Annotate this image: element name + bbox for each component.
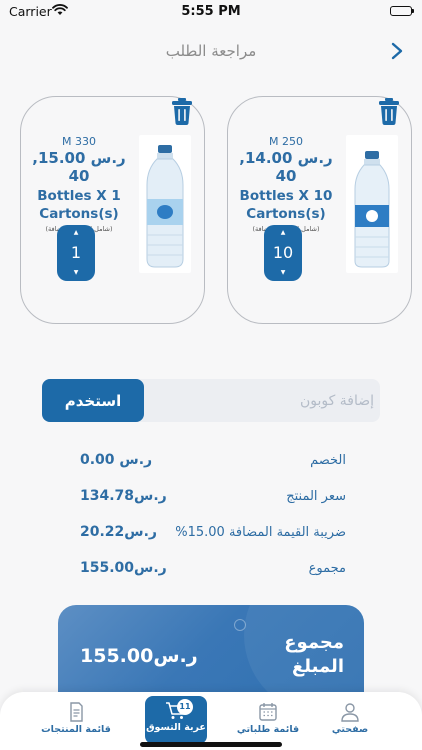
product-info: M 250 ر.س 14.00, 40 Bottles X 10 Cartons… bbox=[230, 135, 342, 233]
checkout-review-screen: Carrier 5:55 PM مراجعة الطلب M 330 ر.س 1… bbox=[0, 0, 422, 750]
trash-icon bbox=[379, 98, 399, 125]
quantity-stepper[interactable]: ▲ 1 ▼ bbox=[57, 225, 95, 281]
home-indicator bbox=[140, 742, 282, 747]
total-value: ر.س155.00 bbox=[80, 560, 167, 576]
status-time: 5:55 PM bbox=[181, 4, 241, 19]
order-summary: ر.س 0.00 الخصم ر.س134.78 سعر المنتج ر.س2… bbox=[80, 442, 346, 586]
tab-label: عربة التسوق bbox=[146, 722, 206, 733]
person-icon bbox=[341, 703, 359, 722]
chevron-right-icon bbox=[391, 42, 403, 60]
status-bar: Carrier 5:55 PM bbox=[0, 0, 422, 26]
summary-row-total: ر.س155.00 مجموع bbox=[80, 550, 346, 586]
product-price: ر.س 15.00, 40 bbox=[32, 149, 126, 185]
decrease-quantity-button[interactable]: ▼ bbox=[57, 269, 95, 277]
bottom-tab-bar: قائمة المنتجات 11 عربة التسوق قائمة طلبا… bbox=[0, 692, 422, 750]
calendar-icon bbox=[259, 703, 277, 721]
coupon-input[interactable] bbox=[150, 379, 378, 422]
tab-profile[interactable]: صفحتي bbox=[310, 698, 390, 744]
tab-products[interactable]: قائمة المنتجات bbox=[36, 698, 116, 744]
product-name-line1: Bottles X 10 bbox=[239, 188, 333, 204]
tab-my-orders[interactable]: قائمة طلباتي bbox=[228, 698, 308, 744]
decorative-ring bbox=[234, 619, 246, 631]
quantity-value: 1 bbox=[70, 243, 82, 262]
water-bottle-image bbox=[346, 135, 398, 273]
delete-item-button[interactable] bbox=[377, 96, 401, 126]
vat-value: ر.س20.22 bbox=[80, 524, 157, 540]
cart-count-badge: 11 bbox=[177, 699, 193, 715]
tab-cart[interactable]: 11 عربة التسوق bbox=[145, 696, 207, 744]
product-price: ر.س 14.00, 40 bbox=[239, 149, 333, 185]
total-label: مجموع bbox=[308, 560, 346, 576]
decrease-quantity-button[interactable]: ▼ bbox=[264, 269, 302, 277]
product-name-line2: Cartons(s) bbox=[246, 206, 326, 222]
tab-label: قائمة المنتجات bbox=[41, 724, 111, 735]
nav-header: مراجعة الطلب bbox=[0, 26, 422, 76]
quantity-stepper[interactable]: ▲ 10 ▼ bbox=[264, 225, 302, 281]
product-name: Bottles X 1 Cartons(s) bbox=[23, 187, 135, 223]
trash-icon bbox=[172, 98, 192, 125]
delete-item-button[interactable] bbox=[170, 96, 194, 126]
cart-item-card: M 250 ر.س 14.00, 40 Bottles X 10 Cartons… bbox=[227, 96, 412, 324]
tab-label: قائمة طلباتي bbox=[236, 724, 300, 735]
product-name-line1: Bottles X 1 bbox=[37, 188, 121, 204]
increase-quantity-button[interactable]: ▲ bbox=[264, 229, 302, 237]
quantity-value: 10 bbox=[272, 243, 294, 262]
cart-item-card: M 330 ر.س 15.00, 40 Bottles X 1 Cartons(… bbox=[20, 96, 205, 324]
apply-coupon-button[interactable]: استخدم bbox=[42, 379, 144, 422]
subtotal-label: سعر المنتج bbox=[286, 488, 346, 504]
increase-quantity-button[interactable]: ▲ bbox=[57, 229, 95, 237]
battery-icon bbox=[390, 6, 414, 16]
back-button[interactable] bbox=[386, 40, 408, 62]
water-bottle-image bbox=[139, 135, 191, 273]
page-title: مراجعة الطلب bbox=[165, 42, 257, 60]
product-info: M 330 ر.س 15.00, 40 Bottles X 1 Cartons(… bbox=[23, 135, 135, 233]
vat-label: ضريبة القيمة المضافة 15.00% bbox=[175, 524, 346, 540]
grand-total-value: ر.س155.00 bbox=[80, 645, 198, 667]
summary-row-vat: ر.س20.22 ضريبة القيمة المضافة 15.00% bbox=[80, 514, 346, 550]
product-size: M 330 bbox=[62, 135, 96, 148]
coupon-bar: استخدم bbox=[42, 379, 380, 422]
grand-total-label: مجموع المبلغ bbox=[284, 632, 344, 677]
document-list-icon bbox=[70, 702, 83, 722]
summary-row-subtotal: ر.س134.78 سعر المنتج bbox=[80, 478, 346, 514]
product-name-line2: Cartons(s) bbox=[39, 206, 119, 222]
product-name: Bottles X 10 Cartons(s) bbox=[230, 187, 342, 223]
product-size: M 250 bbox=[269, 135, 303, 148]
subtotal-value: ر.س134.78 bbox=[80, 488, 167, 504]
discount-value: ر.س 0.00 bbox=[80, 452, 153, 468]
discount-label: الخصم bbox=[310, 452, 346, 468]
summary-row-discount: ر.س 0.00 الخصم bbox=[80, 442, 346, 478]
tab-label: صفحتي bbox=[331, 724, 369, 735]
